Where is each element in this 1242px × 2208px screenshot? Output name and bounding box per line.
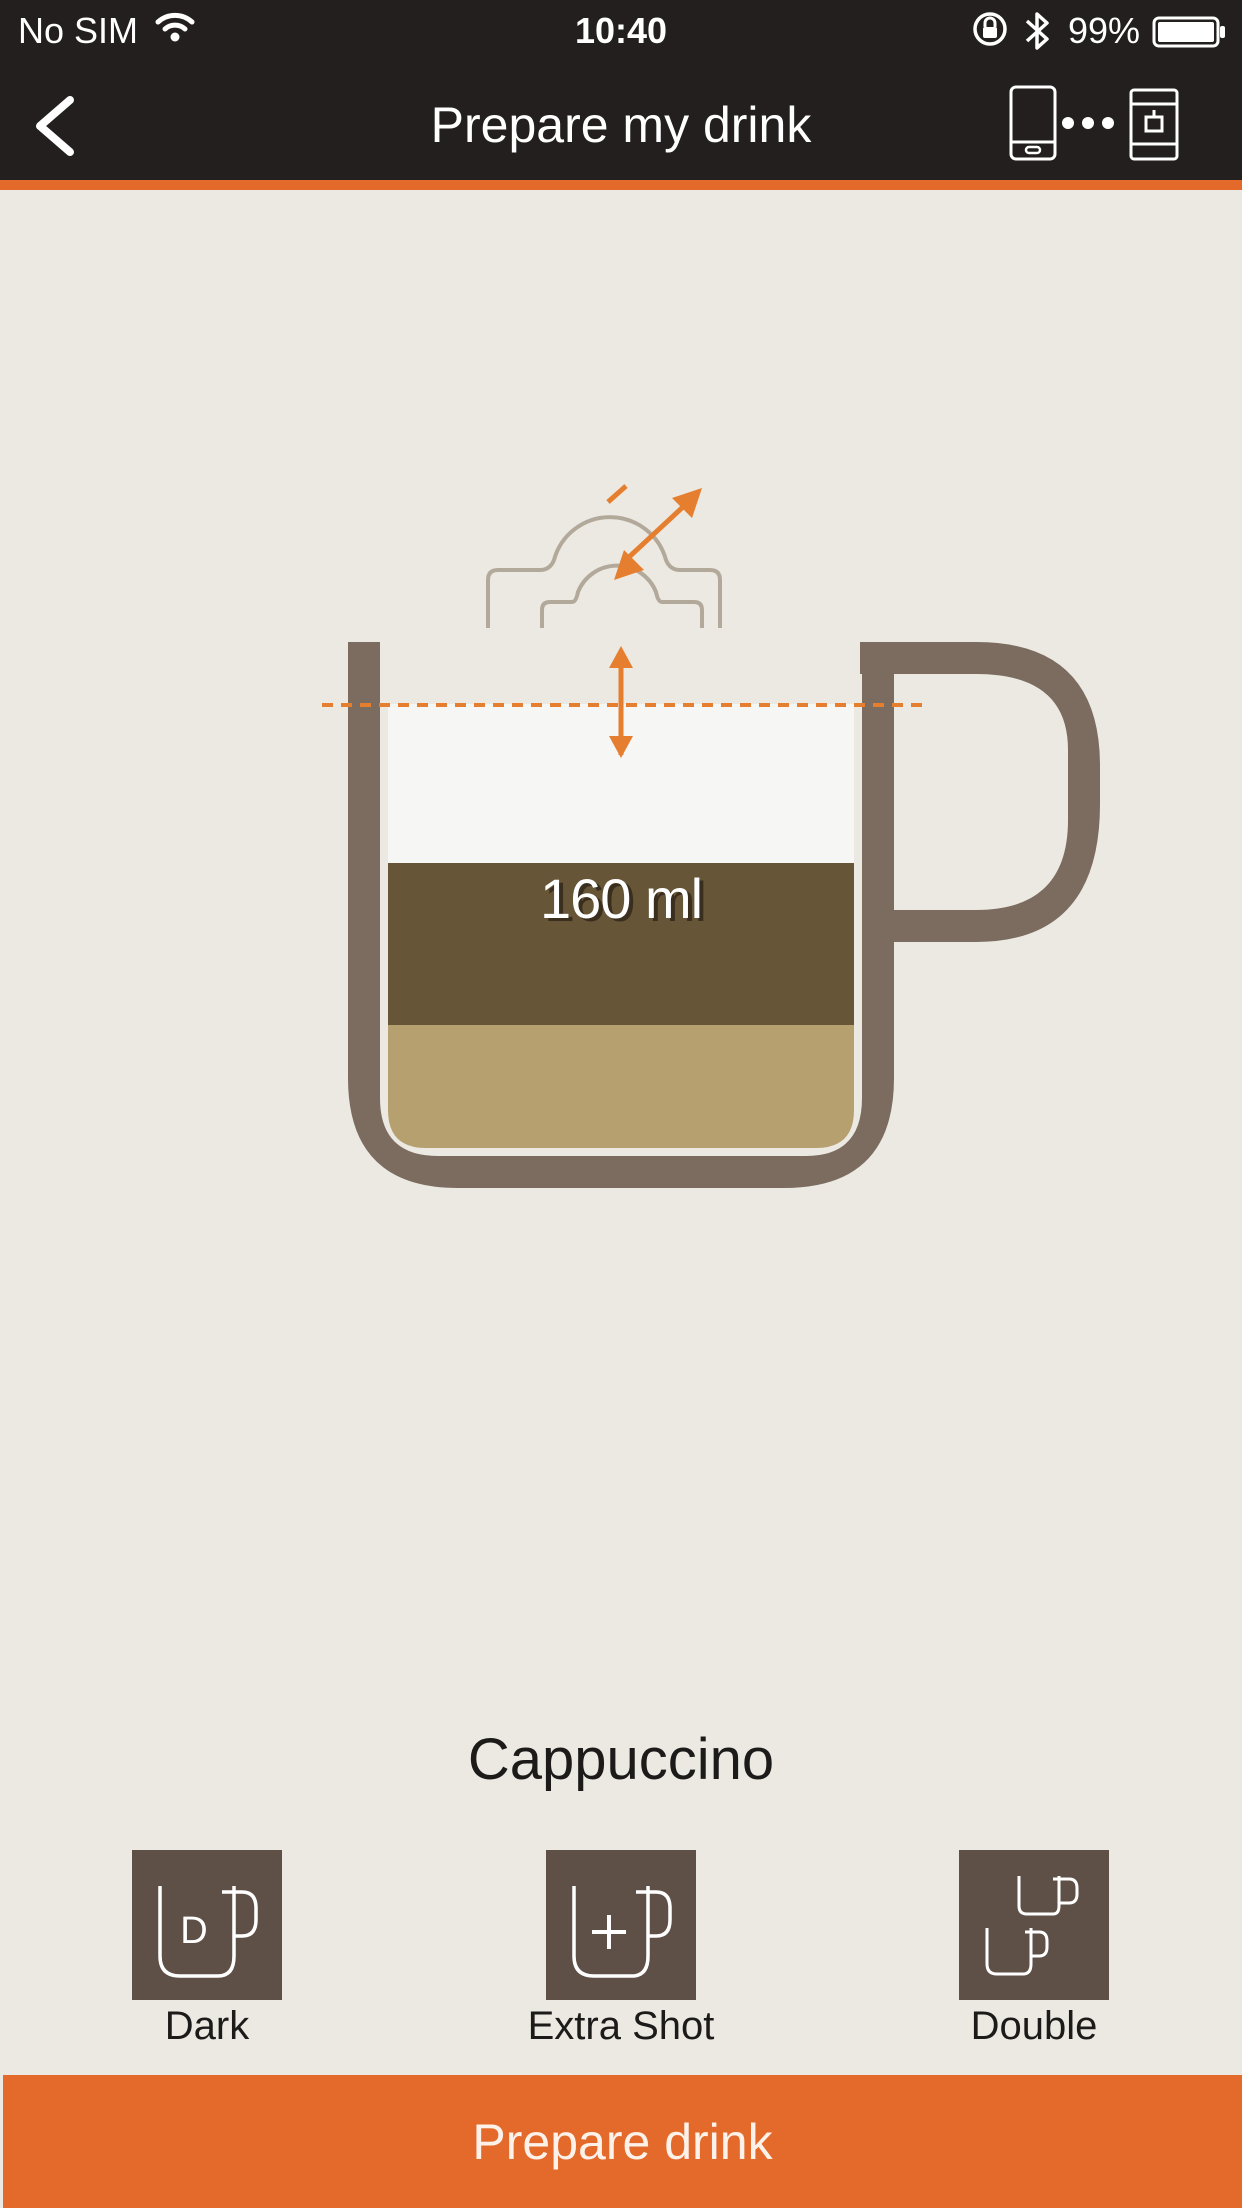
option-label: Extra Shot bbox=[527, 2004, 715, 2048]
battery-percentage: 99% bbox=[1068, 10, 1141, 51]
option-label: Double bbox=[970, 2004, 1098, 2048]
rotation-lock-icon bbox=[970, 9, 1010, 58]
foam-adjust-arrow-icon bbox=[606, 484, 702, 580]
prepare-drink-button[interactable]: Prepare drink bbox=[3, 2075, 1242, 2208]
status-time: 10:40 bbox=[574, 10, 668, 51]
option-dark[interactable]: D Dark bbox=[97, 1850, 317, 2049]
option-extra-shot[interactable]: Extra Shot bbox=[511, 1850, 731, 2049]
cup-extra-shot-icon[interactable] bbox=[546, 1850, 696, 2000]
option-double[interactable]: Double bbox=[924, 1850, 1144, 2049]
milk-layer bbox=[388, 1025, 854, 1148]
phone-to-machine-connection-icon[interactable] bbox=[1008, 84, 1188, 167]
volume-adjust-arrow-icon bbox=[609, 646, 633, 758]
status-bar: No SIM 10:40 99% bbox=[0, 0, 1242, 62]
cup-illustration bbox=[322, 484, 1100, 1188]
svg-text:D: D bbox=[180, 1910, 207, 1952]
bluetooth-icon bbox=[1022, 10, 1052, 61]
cup-dark-icon[interactable]: D bbox=[132, 1850, 282, 2000]
nav-bar: Prepare my drink bbox=[0, 62, 1242, 190]
steam-icon bbox=[486, 515, 722, 628]
double-cup-icon[interactable] bbox=[959, 1850, 1109, 2000]
volume-label[interactable]: 160 ml bbox=[0, 866, 1242, 931]
drink-name: Cappuccino bbox=[467, 1727, 775, 1792]
option-label: Dark bbox=[164, 2004, 250, 2048]
battery-icon bbox=[1152, 15, 1228, 57]
